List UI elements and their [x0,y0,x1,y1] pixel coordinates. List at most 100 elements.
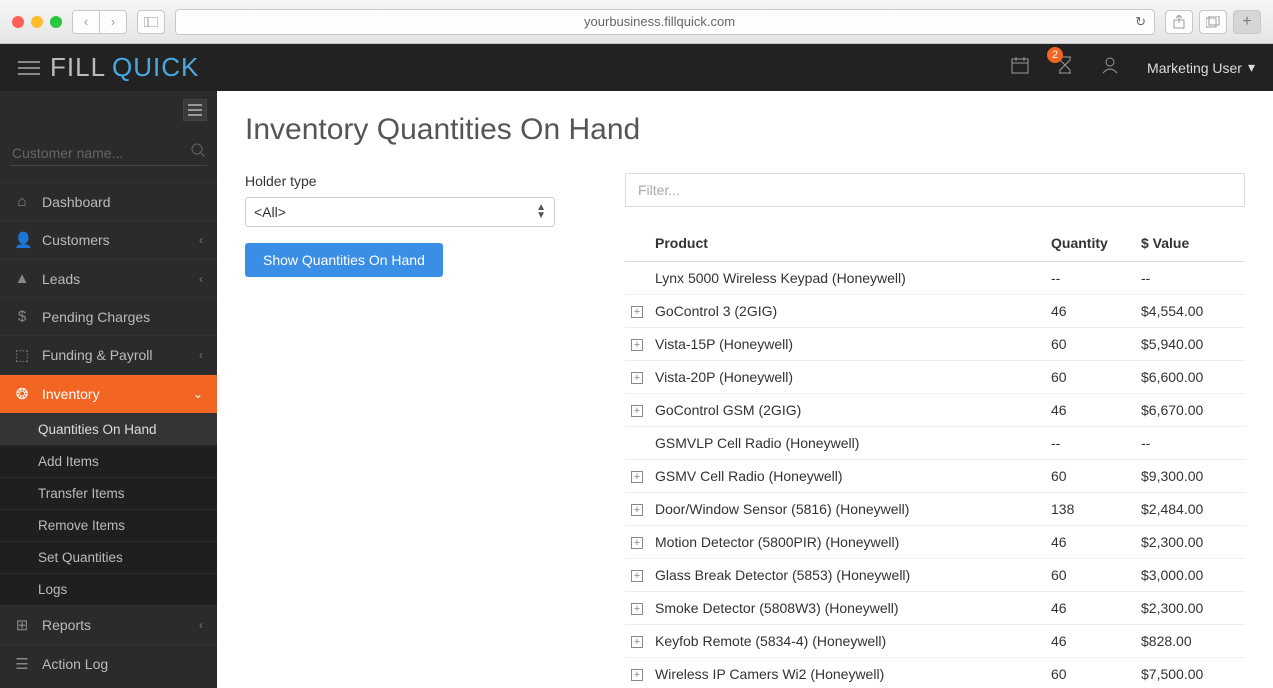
cell-value: -- [1135,427,1245,460]
nav-list: ⌂Dashboard👤Customers‹▲Leads‹$Pending Cha… [0,182,217,683]
brand-part2: QUICK [112,52,199,83]
brand-part1: FILL [50,52,106,83]
cell-quantity: 46 [1045,592,1135,625]
forward-button[interactable]: › [99,10,127,34]
profile-button[interactable] [1101,56,1119,79]
share-button[interactable] [1165,10,1193,34]
cell-quantity: 60 [1045,460,1135,493]
cell-value: $7,500.00 [1135,658,1245,688]
cell-value: $6,600.00 [1135,361,1245,394]
chevron-left-icon: ‹ [199,272,203,286]
sidebar-item-inventory[interactable]: ❂Inventory⌄ [0,374,217,413]
reload-icon[interactable]: ↻ [1135,14,1146,30]
expand-icon[interactable]: + [631,603,643,615]
expand-icon[interactable]: + [631,669,643,681]
back-button[interactable]: ‹ [72,10,100,34]
col-product[interactable]: Product [649,225,1045,262]
holder-type-label: Holder type [245,173,565,189]
expand-icon[interactable]: + [631,636,643,648]
sidebar-item-label: Action Log [42,656,203,672]
sidebar-item-action-log[interactable]: ☰ Action Log [0,644,217,683]
cell-product: Smoke Detector (5808W3) (Honeywell) [649,592,1045,625]
url-bar[interactable]: yourbusiness.fillquick.com ↻ [175,9,1155,35]
holder-type-select[interactable]: <All> ▲▼ [245,197,555,227]
notifications-button[interactable]: 2 [1057,55,1073,80]
table-row: +Door/Window Sensor (5816) (Honeywell)13… [625,493,1245,526]
sidebar-toggle-button[interactable] [137,10,165,34]
table-row: + Motion Detector (5800PIR) (Honeywell)46… [625,526,1245,559]
cell-product: Wireless IP Camers Wi2 (Honeywell) [649,658,1045,688]
table-row: + GoControl GSM (2GIG)46$6,670.00 [625,394,1245,427]
list-icon: ☰ [14,655,30,673]
expand-icon[interactable]: + [631,471,643,483]
expand-icon[interactable]: + [631,537,643,549]
tabs-button[interactable] [1199,10,1227,34]
sidebar-item-customers[interactable]: 👤Customers‹ [0,220,217,259]
sidebar-item-label: Funding & Payroll [42,347,187,363]
cell-quantity: -- [1045,262,1135,295]
sidebar-item-label: Reports [42,617,187,633]
minimize-window-icon[interactable] [31,16,43,28]
expand-icon[interactable]: + [631,405,643,417]
cell-product: GoControl GSM (2GIG) [649,394,1045,427]
sidebar-item-pending-charges[interactable]: $Pending Charges [0,297,217,335]
expand-icon[interactable]: + [631,339,643,351]
cell-value: -- [1135,262,1245,295]
cell-product: Motion Detector (5800PIR) (Honeywell) [649,526,1045,559]
submenu-item-quantities-on-hand[interactable]: Quantities On Hand [0,413,217,445]
sidebar-item-leads[interactable]: ▲Leads‹ [0,259,217,297]
inventory-table: Product Quantity $ Value Lynx 5000 Wirel… [625,225,1245,688]
show-quantities-button[interactable]: Show Quantities On Hand [245,243,443,277]
cell-value: $6,670.00 [1135,394,1245,427]
page-title: Inventory Quantities On Hand [245,113,1245,147]
user-menu[interactable]: Marketing User ▾ [1147,59,1255,76]
cell-product: GSMVLP Cell Radio (Honeywell) [649,427,1045,460]
customer-search-input[interactable] [10,141,207,166]
zoom-window-icon[interactable] [50,16,62,28]
table-row: +Vista-20P (Honeywell)60$6,600.00 [625,361,1245,394]
user-icon [1101,56,1119,74]
filter-input[interactable] [625,173,1245,207]
customer-search [10,141,207,166]
cell-product: Vista-15P (Honeywell) [649,328,1045,361]
chevron-left-icon: ‹ [199,618,203,632]
tabs-icon [1206,16,1220,28]
cell-value: $2,300.00 [1135,592,1245,625]
share-icon [1173,15,1185,29]
filter-panel: Holder type <All> ▲▼ Show Quantities On … [245,173,565,277]
inventory-submenu: Quantities On HandAdd ItemsTransfer Item… [0,413,217,605]
expand-icon[interactable]: + [631,504,643,516]
submenu-item-logs[interactable]: Logs [0,573,217,605]
col-quantity[interactable]: Quantity [1045,225,1135,262]
sidebar-collapse-button[interactable] [183,99,207,121]
user-icon: 👤 [14,231,30,249]
sidebar-item-reports[interactable]: ⊞Reports‹ [0,605,217,644]
table-row: + Smoke Detector (5808W3) (Honeywell)46$2… [625,592,1245,625]
cell-quantity: 46 [1045,526,1135,559]
calendar-button[interactable] [1011,56,1029,79]
new-tab-button[interactable]: + [1233,10,1261,34]
expand-icon[interactable]: + [631,570,643,582]
submenu-item-set-quantities[interactable]: Set Quantities [0,541,217,573]
sidebar-item-label: Inventory [42,386,181,402]
expand-icon[interactable]: + [631,372,643,384]
sidebar-item-dashboard[interactable]: ⌂Dashboard [0,182,217,220]
cell-quantity: 46 [1045,394,1135,427]
expand-icon[interactable]: + [631,306,643,318]
search-icon [191,143,205,160]
cell-value: $9,300.00 [1135,460,1245,493]
cell-product: Door/Window Sensor (5816) (Honeywell) [649,493,1045,526]
submenu-item-remove-items[interactable]: Remove Items [0,509,217,541]
col-value[interactable]: $ Value [1135,225,1245,262]
cell-value: $3,000.00 [1135,559,1245,592]
cubes-icon: ❂ [14,385,30,403]
cell-quantity: 60 [1045,658,1135,688]
close-window-icon[interactable] [12,16,24,28]
sidebar-item-label: Dashboard [42,194,203,210]
sidebar-item-funding-payroll[interactable]: ⬚Funding & Payroll‹ [0,335,217,374]
table-row: +Vista-15P (Honeywell)60$5,940.00 [625,328,1245,361]
sidebar: ⌂Dashboard👤Customers‹▲Leads‹$Pending Cha… [0,91,217,688]
submenu-item-transfer-items[interactable]: Transfer Items [0,477,217,509]
brand-logo[interactable]: FILLQUICK [18,52,199,83]
submenu-item-add-items[interactable]: Add Items [0,445,217,477]
